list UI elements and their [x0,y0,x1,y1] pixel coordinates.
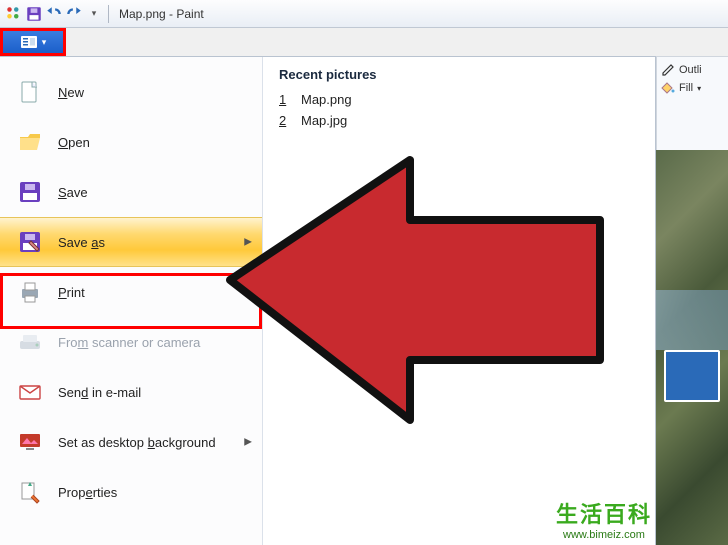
separator [108,5,109,23]
menu-item-save[interactable]: Save [0,167,262,217]
outline-label: Outli [679,64,702,76]
recent-item[interactable]: 2 Map.jpg [279,113,639,128]
new-icon [16,78,44,106]
file-menu-highlight: ▾ [0,28,66,56]
menu-label: Save [58,185,88,200]
properties-icon [16,478,44,506]
recent-item[interactable]: 1 Map.png [279,92,639,107]
window-title: Map.png - Paint [119,7,204,21]
print-icon [16,278,44,306]
submenu-arrow-icon: ▶ [244,237,252,248]
fill-dropdown[interactable]: Fill ▾ [661,81,724,95]
menu-item-new[interactable]: New [0,67,262,117]
submenu-arrow-icon: ▶ [244,437,252,448]
menu-item-open[interactable]: Open [0,117,262,167]
recent-num: 1 [279,92,291,107]
desktop-icon [16,428,44,456]
ribbon-shapes-group: Outli Fill ▾ [656,56,728,150]
menu-label: Print [58,285,85,300]
watermark-url: www.bimeiz.com [556,529,652,541]
recent-name: Map.jpg [301,113,347,128]
undo-icon[interactable] [45,5,63,23]
file-menu-list: New Open Save Save as ▶ Print ▶ From sca… [0,57,263,545]
recent-heading: Recent pictures [279,67,639,82]
qat-dropdown-icon[interactable]: ▾ [85,5,103,23]
menu-item-properties[interactable]: Properties [0,467,262,517]
redo-icon[interactable] [65,5,83,23]
file-menu-button[interactable]: ▾ [3,31,63,53]
menu-item-save-as[interactable]: Save as ▶ [0,217,262,267]
saveas-icon [16,228,44,256]
watermark-text: 生活百科 [556,497,652,529]
title-bar: ▾ Map.png - Paint [0,0,728,28]
menu-item-scanner: From scanner or camera [0,317,262,367]
menu-label: Properties [58,485,117,500]
menu-label: Open [58,135,90,150]
open-icon [16,128,44,156]
recent-num: 2 [279,113,291,128]
submenu-arrow-icon: ▶ [244,287,252,298]
chevron-down-icon: ▾ [42,37,47,48]
file-menu-panel: New Open Save Save as ▶ Print ▶ From sca… [0,56,656,545]
chevron-down-icon: ▾ [697,84,701,93]
app-icon [5,5,23,23]
menu-label: New [58,85,84,100]
menu-item-email[interactable]: Send in e-mail [0,367,262,417]
menu-item-print[interactable]: Print ▶ [0,267,262,317]
scanner-icon [16,328,44,356]
menu-label: From scanner or camera [58,335,200,350]
save-icon [16,178,44,206]
email-icon [16,378,44,406]
canvas-preview [656,150,728,545]
menu-label: Send in e-mail [58,385,141,400]
menu-item-desktop-bg[interactable]: Set as desktop background ▶ [0,417,262,467]
save-icon[interactable] [25,5,43,23]
recent-name: Map.png [301,92,352,107]
fill-label: Fill [679,82,693,94]
menu-label: Save as [58,235,105,250]
menu-label: Set as desktop background [58,435,216,450]
outline-dropdown[interactable]: Outli [661,63,724,77]
recent-pictures-panel: Recent pictures 1 Map.png 2 Map.jpg [263,57,655,545]
watermark: 生活百科 www.bimeiz.com [556,497,652,541]
